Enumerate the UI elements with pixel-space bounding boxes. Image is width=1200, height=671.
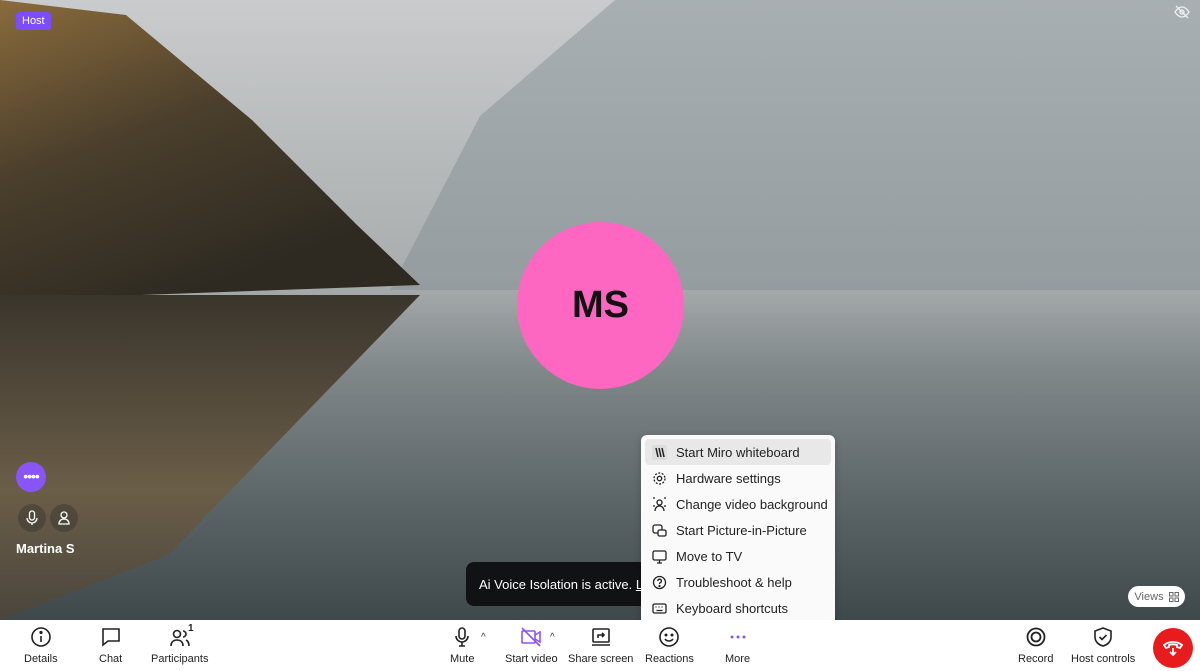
start-video-label: Start video (505, 653, 558, 665)
grid-icon (1168, 591, 1179, 602)
background-hill (0, 0, 420, 300)
record-button[interactable]: Record (1018, 626, 1053, 665)
menu-item-label: Keyboard shortcuts (676, 600, 789, 616)
background-icon (653, 496, 666, 511)
details-button[interactable]: Details (24, 626, 58, 665)
gear-icon (653, 471, 666, 485)
host-controls-button[interactable]: Host controls (1071, 626, 1135, 665)
details-label: Details (24, 653, 58, 665)
record-icon (1026, 627, 1046, 647)
shield-check-icon (1094, 627, 1112, 647)
participants-label: Participants (151, 653, 209, 665)
help-icon (652, 575, 667, 589)
menu-item-start-miro-whiteboard[interactable]: Start Miro whiteboard (645, 439, 831, 465)
keyboard-icon (652, 602, 667, 614)
menu-item-label: Start Picture-in-Picture (676, 522, 807, 538)
person-icon (50, 504, 78, 532)
voice-isolation-toast: Ai Voice Isolation is active. L (466, 562, 656, 606)
share-screen-icon (591, 628, 610, 646)
host-badge: Host (16, 12, 51, 30)
participants-button[interactable]: Participants 1 (151, 623, 209, 665)
menu-item-label: Move to TV (676, 548, 743, 564)
chat-icon (101, 628, 120, 647)
mute-label: Mute (450, 653, 475, 665)
views-label: Views (1134, 590, 1164, 603)
record-label: Record (1018, 653, 1054, 665)
host-controls-label: Host controls (1071, 653, 1136, 665)
pip-icon (652, 523, 667, 537)
reactions-label: Reactions (645, 653, 694, 665)
menu-item-troubleshoot-help[interactable]: Troubleshoot & help (645, 569, 831, 595)
hide-self-view-icon[interactable] (1174, 5, 1190, 19)
avatar: MS (517, 222, 684, 389)
more-dots-icon (730, 635, 746, 639)
smiley-icon (659, 627, 680, 647)
bottom-toolbar: Details Chat Participants 1 Mute ^ Start … (0, 620, 1200, 671)
menu-item-start-picture-in-picture[interactable]: Start Picture-in-Picture (645, 517, 831, 543)
chat-label: Chat (99, 653, 123, 665)
background-mountains (390, 0, 1200, 290)
participant-options-button[interactable]: •••• (16, 462, 46, 492)
menu-item-keyboard-shortcuts[interactable]: Keyboard shortcuts (645, 595, 831, 621)
share-screen-label: Share screen (568, 653, 634, 665)
more-button[interactable]: More (725, 626, 750, 665)
more-menu: Start Miro whiteboard Hardware settings … (641, 435, 835, 625)
participants-count: 1 (188, 623, 194, 634)
more-label: More (725, 653, 751, 665)
video-off-icon (521, 627, 542, 647)
video-stage: Host MS •••• Martina S Ai Voice Isolatio… (0, 0, 1200, 620)
menu-item-label: Change video background (676, 496, 828, 512)
microphone-icon (455, 627, 470, 647)
menu-item-change-video-background[interactable]: Change video background (645, 491, 831, 517)
audio-options-chevron-icon[interactable]: ^ (481, 632, 486, 643)
chat-button[interactable]: Chat (99, 626, 122, 665)
participant-name: Martina S (16, 541, 75, 556)
toast-text: Ai Voice Isolation is active. (479, 577, 636, 592)
background-reflection (0, 295, 420, 620)
menu-item-label: Hardware settings (676, 470, 781, 486)
leave-call-button[interactable] (1153, 628, 1193, 668)
menu-item-hardware-settings[interactable]: Hardware settings (645, 465, 831, 491)
info-icon (31, 627, 51, 647)
reactions-button[interactable]: Reactions (645, 626, 694, 665)
monitor-icon (652, 549, 667, 564)
views-button[interactable]: Views (1128, 586, 1185, 607)
menu-item-label: Troubleshoot & help (676, 574, 792, 590)
menu-item-move-to-tv[interactable]: Move to TV (645, 543, 831, 569)
hang-up-icon (1162, 641, 1184, 657)
mic-icon (18, 504, 46, 532)
mute-button[interactable]: Mute (450, 626, 474, 665)
share-screen-button[interactable]: Share screen (568, 626, 633, 665)
miro-icon (652, 444, 667, 460)
video-options-chevron-icon[interactable]: ^ (550, 632, 555, 643)
menu-item-label: Start Miro whiteboard (676, 444, 800, 460)
